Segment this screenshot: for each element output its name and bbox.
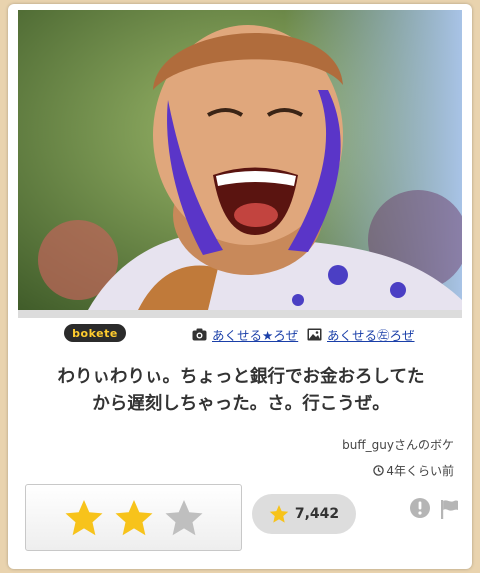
photo-divider bbox=[18, 310, 462, 318]
image-search-label: あくせる★ろぜ bbox=[212, 328, 299, 343]
image-owner-label: あくせる㊧ろぜ bbox=[327, 328, 415, 343]
image-owner-link[interactable]: あくせる㊧ろぜ bbox=[307, 325, 415, 344]
flag-icon[interactable] bbox=[438, 498, 460, 520]
caption-line-1: わりぃわりぃ。ちょっと銀行でお金おろしてた bbox=[57, 367, 425, 387]
star-1-icon[interactable] bbox=[64, 498, 104, 538]
boke-card: bokete あくせる★ろぜ あくせる㊧ろぜ わりぃわりぃ。ちょっと銀行でお金お… bbox=[8, 4, 472, 569]
camera-icon bbox=[192, 328, 207, 341]
star-count-badge[interactable]: 7,442 bbox=[252, 494, 356, 534]
image-search-link[interactable]: あくせる★ろぜ bbox=[192, 325, 298, 344]
rating-stars bbox=[25, 484, 242, 551]
star-2-icon[interactable] bbox=[114, 498, 154, 538]
author-link[interactable]: buff_guyさんのボケ bbox=[342, 436, 454, 453]
star-icon bbox=[269, 505, 289, 523]
star-3-icon[interactable] bbox=[164, 498, 204, 538]
time-ago-text: 4年くらい前 bbox=[386, 464, 454, 478]
clock-icon bbox=[373, 465, 385, 476]
boke-caption: わりぃわりぃ。ちょっと銀行でお金おろしてた から遅刻しちゃった。さ。行こうぜ。 bbox=[26, 364, 456, 418]
star-count: 7,442 bbox=[294, 506, 340, 522]
image-icon bbox=[307, 328, 322, 341]
report-icon[interactable] bbox=[409, 497, 431, 519]
bokete-logo[interactable]: bokete bbox=[64, 324, 126, 342]
post-time: 4年くらい前 bbox=[373, 462, 454, 479]
caption-line-2: から遅刻しちゃった。さ。行こうぜ。 bbox=[92, 394, 390, 414]
photo-illustration bbox=[18, 10, 462, 310]
photo-meta-row: bokete あくせる★ろぜ あくせる㊧ろぜ bbox=[8, 320, 472, 346]
boke-photo[interactable] bbox=[18, 10, 462, 310]
